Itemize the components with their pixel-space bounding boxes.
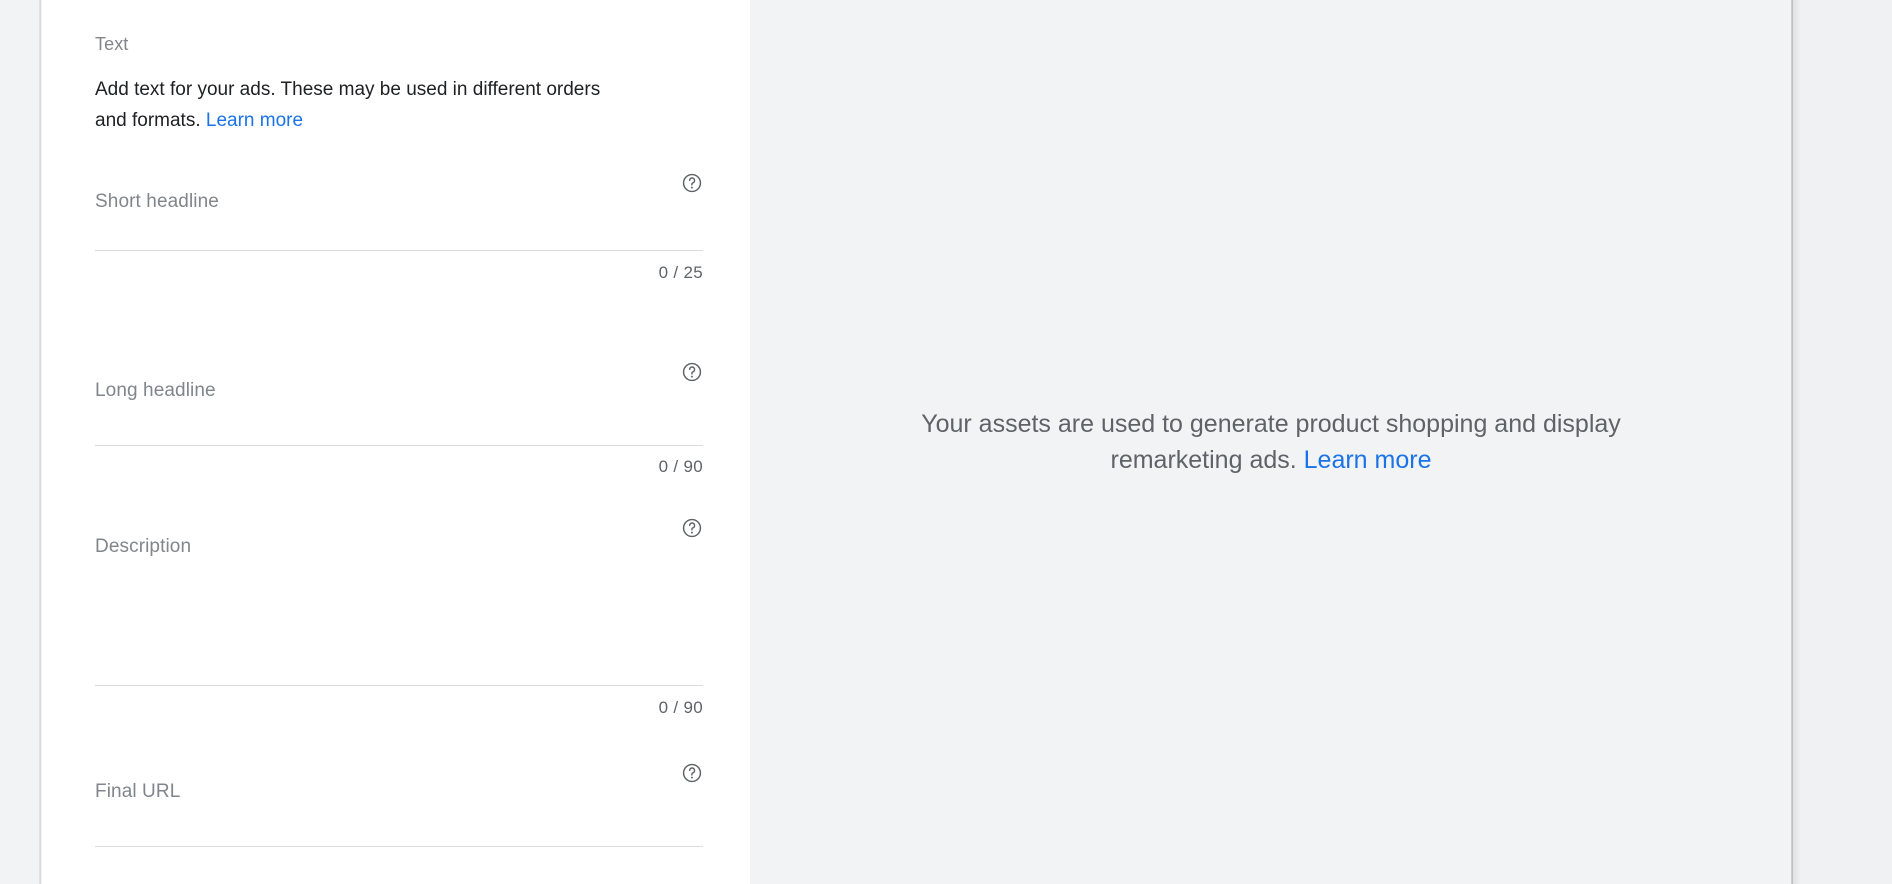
underline-description: [95, 685, 703, 686]
right-gutter-shadow: [1793, 0, 1801, 884]
preview-learn-more-link[interactable]: Learn more: [1304, 446, 1432, 474]
description-input[interactable]: [95, 534, 703, 652]
counter-long-headline: 0 / 90: [658, 457, 703, 476]
long-headline-input[interactable]: [95, 378, 703, 404]
ad-preview-panel: Your assets are used to generate product…: [750, 0, 1792, 884]
left-gutter: [0, 0, 41, 884]
counter-description: 0 / 90: [658, 698, 703, 717]
help-icon-final-url[interactable]: [681, 762, 703, 784]
section-label-text: Text: [95, 34, 129, 54]
help-icon-long-headline[interactable]: [681, 361, 703, 383]
final-url-input[interactable]: [95, 779, 703, 805]
help-icon-short-headline[interactable]: [681, 172, 703, 194]
section-description-text: Add text for your ads. These may be used…: [95, 79, 601, 131]
preview-empty-state: Your assets are used to generate product…: [750, 0, 1792, 884]
text-assets-form-panel: Text Add text for your ads. These may be…: [42, 0, 750, 884]
counter-short-headline: 0 / 25: [658, 263, 703, 282]
preview-message-text: Your assets are used to generate product…: [899, 406, 1644, 478]
underline-final-url: [95, 846, 703, 847]
learn-more-link-text[interactable]: Learn more: [206, 110, 303, 131]
underline-long-headline: [95, 445, 703, 446]
ad-assets-editor: Text Add text for your ads. These may be…: [0, 0, 1892, 884]
short-headline-input[interactable]: [95, 189, 703, 215]
right-gutter: [1793, 0, 1892, 884]
section-description: Add text for your ads. These may be used…: [95, 74, 620, 136]
underline-short-headline: [95, 250, 703, 251]
preview-message-body: Your assets are used to generate product…: [921, 410, 1621, 474]
help-icon-description[interactable]: [681, 517, 703, 539]
